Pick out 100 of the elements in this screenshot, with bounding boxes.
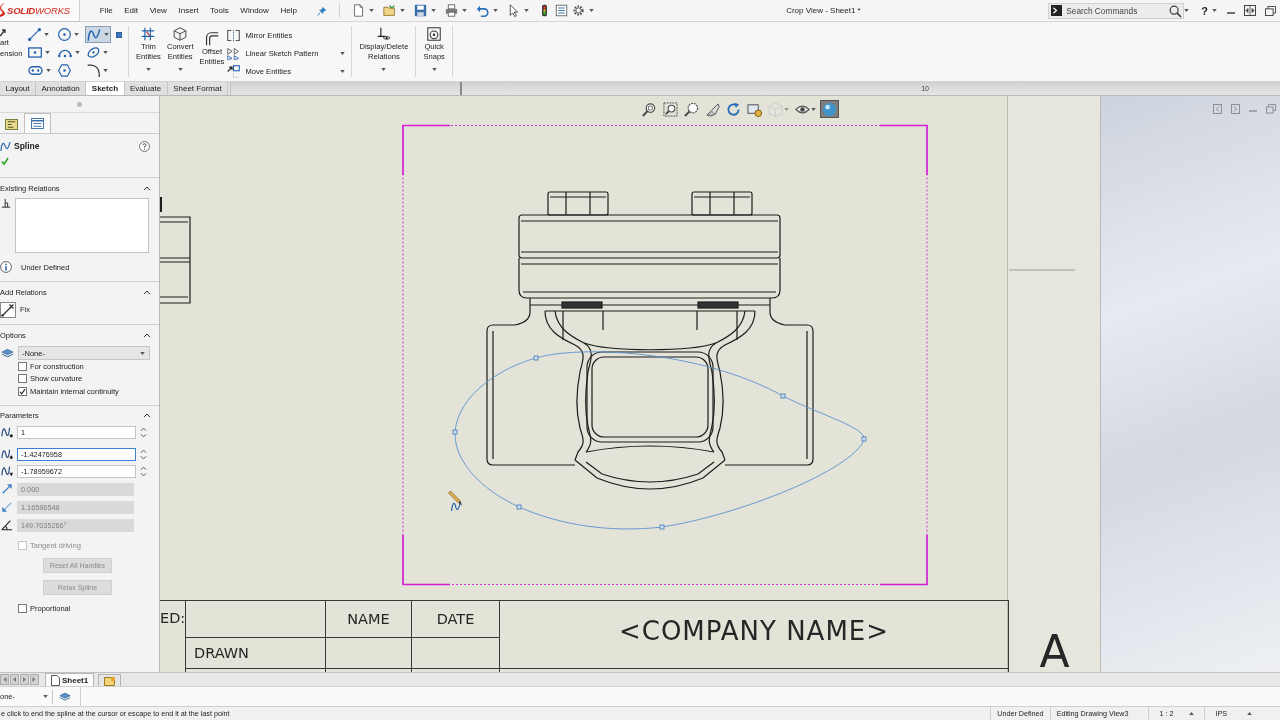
tile-windows-icon[interactable] <box>1244 5 1256 16</box>
menu-item[interactable]: File <box>94 6 119 15</box>
view-tool-button[interactable] <box>724 100 743 118</box>
sheet-tab[interactable]: Sheet1 <box>45 673 95 686</box>
list-icon[interactable] <box>554 4 568 17</box>
print-icon[interactable] <box>444 4 458 17</box>
caret-icon[interactable] <box>588 9 594 12</box>
checkmark-icon[interactable] <box>1 157 9 165</box>
caret-icon[interactable] <box>1184 9 1190 12</box>
view-tool-button[interactable] <box>703 100 722 118</box>
command-tab[interactable]: Layout <box>0 82 37 95</box>
caret-icon[interactable] <box>43 695 48 698</box>
caret-up-icon[interactable] <box>1247 712 1252 715</box>
arrow-up-right-icon <box>1 483 13 495</box>
view-tool-button[interactable] <box>820 100 839 118</box>
caret-icon[interactable] <box>145 68 151 71</box>
caret-icon[interactable] <box>399 9 405 12</box>
menu-item[interactable]: Tools <box>204 6 235 15</box>
menu-item[interactable]: Insert <box>172 6 205 15</box>
spinner-icon[interactable] <box>140 426 147 438</box>
scroll-right-icon[interactable] <box>20 674 29 685</box>
caret-icon[interactable] <box>46 69 51 72</box>
caret-icon[interactable] <box>368 9 374 12</box>
search-field[interactable]: Search Commands <box>1048 2 1185 19</box>
view-tool-button[interactable] <box>661 100 680 118</box>
caret-icon[interactable] <box>523 9 529 12</box>
caret-icon[interactable] <box>1212 9 1217 12</box>
rotate-icon <box>726 101 741 117</box>
caret-icon[interactable] <box>103 69 108 72</box>
command-tab[interactable]: Evaluate <box>124 82 168 95</box>
undo-icon[interactable] <box>475 4 489 17</box>
caret-icon[interactable] <box>45 51 50 54</box>
sketch-tool-button[interactable] <box>85 26 111 43</box>
help-icon[interactable] <box>139 140 150 152</box>
collapse-caret-icon[interactable] <box>143 289 151 295</box>
caret-icon[interactable] <box>140 351 145 355</box>
command-prompt-icon <box>1051 5 1063 16</box>
panel-tab[interactable] <box>24 113 51 133</box>
property-list-icon <box>31 118 44 129</box>
ellipse-icon <box>87 46 100 59</box>
checkbox[interactable] <box>18 603 27 613</box>
save-icon[interactable] <box>413 4 427 17</box>
line-icon <box>28 28 41 41</box>
command-tab[interactable]: Annotation <box>36 82 87 95</box>
perpendicular-icon <box>1 198 11 208</box>
collapse-caret-icon[interactable] <box>143 332 151 338</box>
spline-dot-icon <box>1 426 13 438</box>
arrow-square-icon <box>227 64 241 78</box>
caret-icon[interactable] <box>811 107 816 111</box>
menu-item[interactable]: View <box>143 6 173 15</box>
spline-icon <box>87 27 101 42</box>
new-document-icon[interactable] <box>351 4 365 17</box>
menu-item[interactable]: Help <box>274 6 303 15</box>
column-heading: DATE <box>436 611 475 627</box>
command-tab[interactable]: Sketch <box>86 82 125 95</box>
restore-icon[interactable] <box>1265 5 1276 16</box>
caret-icon[interactable] <box>103 51 108 54</box>
caret-icon[interactable] <box>381 68 387 71</box>
pin-icon[interactable] <box>316 5 327 16</box>
spinner-icon[interactable] <box>140 448 147 460</box>
point-icon <box>116 32 122 38</box>
caret-icon[interactable] <box>74 33 79 36</box>
scroll-last-icon[interactable] <box>30 674 39 685</box>
menu-item[interactable]: Edit <box>118 6 144 15</box>
caret-icon[interactable] <box>461 9 467 12</box>
help-button[interactable]: ? <box>1201 4 1208 17</box>
cube-icon <box>173 27 188 41</box>
caret-icon[interactable] <box>44 33 49 36</box>
slot-icon <box>28 66 43 75</box>
caret-icon[interactable] <box>104 33 109 36</box>
add-sheet-icon <box>104 675 116 686</box>
magnifier-frame-icon <box>642 101 657 117</box>
caret-icon[interactable] <box>340 69 346 73</box>
spline-curve[interactable] <box>452 351 867 530</box>
scroll-first-icon[interactable] <box>0 674 9 685</box>
collapse-caret-icon[interactable] <box>143 185 151 191</box>
caret-icon[interactable] <box>177 68 183 71</box>
settings-icon[interactable] <box>571 4 585 17</box>
fillet-icon <box>87 64 100 77</box>
search-icon[interactable] <box>1169 4 1182 17</box>
caret-icon[interactable] <box>430 9 436 12</box>
scroll-left-icon[interactable] <box>10 674 19 685</box>
caret-icon[interactable] <box>75 51 80 54</box>
add-sheet-tab[interactable] <box>98 674 122 686</box>
collapse-caret-icon[interactable] <box>143 413 151 418</box>
caret-icon[interactable] <box>492 9 498 12</box>
view-tool-button[interactable] <box>682 100 701 118</box>
checkbox[interactable] <box>18 361 27 371</box>
open-folder-icon[interactable] <box>382 4 396 17</box>
caret-icon[interactable] <box>340 51 346 55</box>
caret-up-icon[interactable] <box>1189 712 1195 715</box>
checkbox[interactable] <box>18 374 27 384</box>
spinner-icon[interactable] <box>140 465 147 477</box>
caret-icon[interactable] <box>431 68 437 71</box>
checkbox[interactable] <box>18 386 27 396</box>
splitter-handle-icon[interactable] <box>77 101 82 107</box>
menu-item[interactable]: Window <box>234 6 275 15</box>
command-tab[interactable]: Sheet Format <box>167 82 229 95</box>
angle-icon <box>1 519 13 531</box>
logo-text: SOLIDWORKS <box>7 4 70 16</box>
